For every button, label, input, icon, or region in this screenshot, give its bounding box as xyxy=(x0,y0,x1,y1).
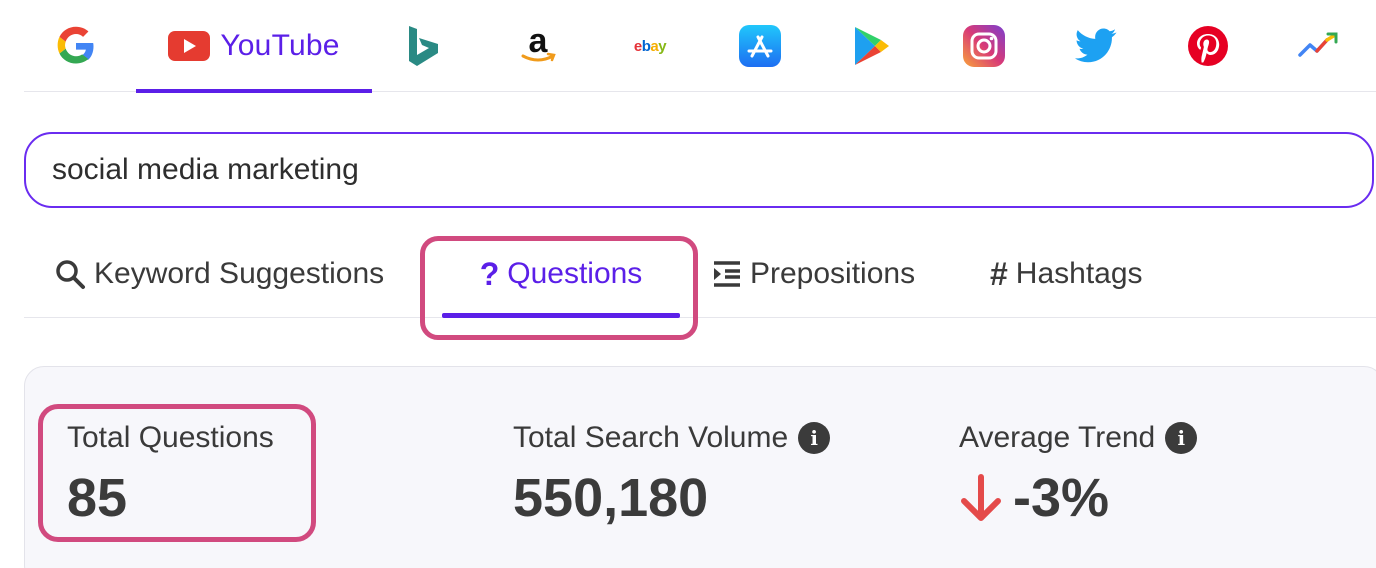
total-questions-value: 85 xyxy=(67,468,128,528)
platform-tabs: YouTube a ebay xyxy=(24,0,1376,93)
bing-icon xyxy=(409,26,438,66)
tab-youtube[interactable]: YouTube xyxy=(136,0,372,93)
tab-questions-label: Questions xyxy=(507,257,643,290)
tab-prepositions-label: Prepositions xyxy=(750,257,916,290)
tab-bing[interactable] xyxy=(396,0,452,92)
active-tab-underline xyxy=(442,313,680,318)
search-input[interactable] xyxy=(52,153,1152,187)
trends-icon xyxy=(1298,32,1338,57)
tab-twitter[interactable] xyxy=(1072,0,1120,92)
tab-ebay[interactable]: ebay xyxy=(622,0,678,92)
average-trend-label: Average Trend xyxy=(959,421,1156,454)
tab-play-store[interactable] xyxy=(848,0,896,92)
indent-icon xyxy=(712,260,742,288)
stat-total-questions: Total Questions 85 xyxy=(67,421,274,529)
tab-prepositions[interactable]: Prepositions xyxy=(712,230,915,318)
total-search-volume-value: 550,180 xyxy=(513,468,709,528)
info-icon[interactable]: i xyxy=(798,422,831,454)
twitter-icon xyxy=(1075,28,1117,63)
app-store-icon xyxy=(739,25,781,67)
google-icon xyxy=(57,26,94,64)
ebay-icon: ebay xyxy=(633,37,667,55)
average-trend-value: -3% xyxy=(1013,468,1110,528)
arrow-down-icon xyxy=(961,474,1001,521)
tab-google[interactable] xyxy=(48,0,104,92)
stat-total-search-volume: Total Search Volume i 550,180 xyxy=(513,421,831,529)
total-search-volume-header: Total Search Volume i xyxy=(513,421,831,455)
youtube-label: YouTube xyxy=(220,29,340,62)
search-box[interactable] xyxy=(24,132,1374,208)
question-icon: ? xyxy=(479,255,500,292)
tab-instagram[interactable] xyxy=(960,0,1008,92)
tab-app-store[interactable] xyxy=(736,0,784,92)
svg-text:a: a xyxy=(529,25,549,60)
instagram-icon xyxy=(963,25,1005,67)
youtube-icon xyxy=(168,31,211,61)
mode-tabs: Keyword Suggestions ? Questions Preposit… xyxy=(24,230,1376,318)
tab-questions[interactable]: ? Questions xyxy=(442,230,680,318)
tab-amazon[interactable]: a xyxy=(510,0,566,92)
stat-average-trend: Average Trend i -3% xyxy=(959,421,1198,529)
total-search-volume-label: Total Search Volume xyxy=(513,421,789,454)
tab-keyword-suggestions[interactable]: Keyword Suggestions xyxy=(54,230,384,318)
tab-pinterest[interactable] xyxy=(1184,0,1232,92)
average-trend-header: Average Trend i xyxy=(959,421,1198,455)
total-questions-label: Total Questions xyxy=(67,421,274,454)
info-icon[interactable]: i xyxy=(1165,422,1198,454)
pinterest-icon xyxy=(1188,26,1228,66)
tab-hashtags[interactable]: # Hashtags xyxy=(990,230,1143,318)
stats-panel: Total Questions 85 Total Search Volume i… xyxy=(24,366,1376,568)
tab-trends[interactable] xyxy=(1294,0,1342,92)
tab-hashtags-label: Hashtags xyxy=(1015,257,1143,290)
hashtag-icon: # xyxy=(990,255,1008,292)
page: YouTube a ebay social media marketing Ke… xyxy=(0,0,1376,568)
play-store-icon xyxy=(855,27,889,65)
amazon-icon: a xyxy=(521,25,556,62)
search-icon xyxy=(54,258,86,290)
average-trend-row: -3% xyxy=(959,467,1197,529)
tab-keyword-suggestions-label: Keyword Suggestions xyxy=(94,257,385,290)
